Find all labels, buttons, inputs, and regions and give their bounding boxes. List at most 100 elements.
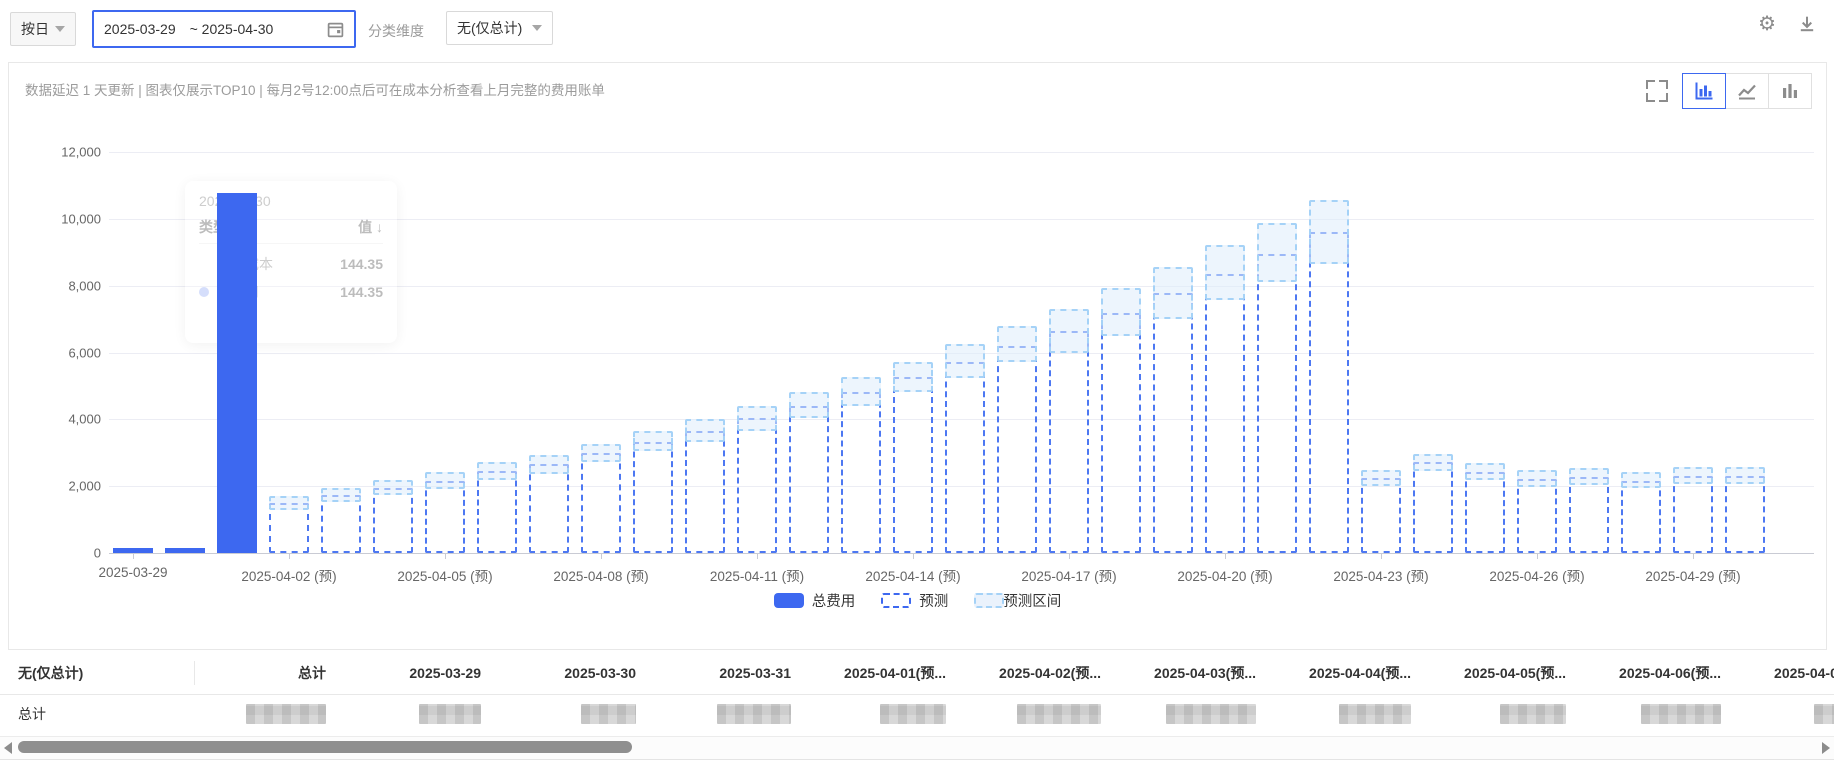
forecast-interval-band xyxy=(529,455,569,473)
forecast-bar[interactable] xyxy=(1621,481,1661,553)
forecast-bar[interactable] xyxy=(373,488,413,553)
forecast-bar[interactable] xyxy=(529,464,569,553)
forecast-bar[interactable] xyxy=(1413,462,1453,553)
forecast-interval-band xyxy=(997,326,1037,362)
x-axis-tick xyxy=(1225,553,1226,559)
chevron-down-icon xyxy=(55,26,65,32)
x-axis-tick xyxy=(757,553,758,559)
x-axis-label: 2025-04-11 (预) xyxy=(710,565,804,585)
redacted-value xyxy=(1166,704,1256,724)
legend-item[interactable]: 预测 xyxy=(881,590,948,611)
legend-item[interactable]: 总费用 xyxy=(774,590,856,611)
dimension-value: 无(仅总计) xyxy=(457,18,522,38)
forecast-bar[interactable] xyxy=(1569,477,1609,553)
sort-desc-icon: ↓ xyxy=(376,219,383,235)
forecast-bar[interactable] xyxy=(1257,254,1297,553)
forecast-bar[interactable] xyxy=(893,377,933,553)
forecast-bar[interactable] xyxy=(477,471,517,553)
x-axis-label: 2025-04-26 (预) xyxy=(1489,565,1584,585)
forecast-interval-band xyxy=(685,419,725,442)
table-cell xyxy=(350,704,505,724)
forecast-bar[interactable] xyxy=(321,495,361,553)
table-cell xyxy=(1125,704,1280,724)
forecast-bar[interactable] xyxy=(737,418,777,553)
forecast-bar[interactable] xyxy=(269,503,309,553)
dimension-dropdown[interactable]: 无(仅总计) xyxy=(446,11,553,45)
scrollbar-thumb[interactable] xyxy=(18,741,632,753)
table-header-row: 无(仅总计) 总计2025-03-292025-03-302025-03-312… xyxy=(0,652,1834,695)
y-axis-label: 12,000 xyxy=(21,145,101,160)
gridline xyxy=(109,152,1814,153)
forecast-bar[interactable] xyxy=(1517,479,1557,553)
redacted-value xyxy=(246,704,326,724)
forecast-interval-band xyxy=(425,472,465,489)
legend-swatch-dashed xyxy=(881,593,911,608)
forecast-bar[interactable] xyxy=(633,442,673,553)
table-cell xyxy=(1280,704,1435,724)
forecast-bar[interactable] xyxy=(685,431,725,553)
forecast-bar[interactable] xyxy=(1205,274,1245,553)
forecast-bar[interactable] xyxy=(1725,476,1765,553)
chart-type-grouped-bar-button[interactable] xyxy=(1682,73,1726,109)
table-cell xyxy=(815,704,970,724)
forecast-interval-band xyxy=(269,496,309,509)
forecast-bar[interactable] xyxy=(1309,232,1349,553)
table-cell xyxy=(1745,704,1834,724)
forecast-interval-band xyxy=(1569,468,1609,484)
forecast-interval-band xyxy=(581,444,621,462)
forecast-interval-band xyxy=(945,344,985,378)
x-axis-label: 2025-04-05 (预) xyxy=(397,565,492,585)
x-axis-label: 2025-04-08 (预) xyxy=(553,565,648,585)
forecast-bar[interactable] xyxy=(841,392,881,553)
y-axis-label: 4,000 xyxy=(21,412,101,427)
download-icon[interactable] xyxy=(1798,15,1816,33)
x-axis-tick xyxy=(1069,553,1070,559)
tooltip-col-value: 值 ↓ xyxy=(358,217,383,237)
actual-bar[interactable] xyxy=(165,548,205,553)
date-range-picker[interactable]: 2025-03-29 ~ 2025-04-30 xyxy=(92,10,356,48)
forecast-interval-band xyxy=(1361,470,1401,486)
x-axis-label: 2025-03-29 xyxy=(98,565,167,580)
y-axis-label: 8,000 xyxy=(21,278,101,293)
forecast-bar[interactable] xyxy=(1361,478,1401,553)
forecast-interval-band xyxy=(1153,267,1193,318)
table-column-header: 2025-04-07(预... xyxy=(1745,663,1834,683)
legend-item[interactable]: 80%预测区间 xyxy=(974,590,1061,611)
redacted-value xyxy=(419,704,481,724)
forecast-interval-band xyxy=(1049,309,1089,353)
series-dot-icon xyxy=(199,287,209,297)
redacted-value xyxy=(880,704,946,724)
forecast-interval-band xyxy=(1413,454,1453,470)
chart-panel: 数据延迟 1 天更新 | 图表仅展示TOP10 | 每月2号12:00点后可在成… xyxy=(8,62,1827,650)
forecast-bar[interactable] xyxy=(1049,331,1089,553)
scroll-right-arrow-icon[interactable] xyxy=(1822,742,1830,754)
forecast-bar[interactable] xyxy=(1153,293,1193,553)
forecast-bar[interactable] xyxy=(1101,313,1141,553)
grouped-bar-chart-icon xyxy=(1694,81,1714,101)
table-cell xyxy=(505,704,660,724)
forecast-interval-band xyxy=(1257,223,1297,282)
scroll-left-arrow-icon[interactable] xyxy=(4,742,12,754)
actual-bar[interactable] xyxy=(113,548,153,553)
forecast-bar[interactable] xyxy=(1465,472,1505,553)
y-axis-label: 10,000 xyxy=(21,212,101,227)
x-axis-label: 2025-04-20 (预) xyxy=(1177,565,1272,585)
actual-bar[interactable] xyxy=(217,193,257,553)
forecast-bar[interactable] xyxy=(581,453,621,553)
forecast-bar[interactable] xyxy=(945,362,985,553)
redacted-value xyxy=(1641,704,1721,724)
x-axis-label: 2025-04-29 (预) xyxy=(1645,565,1740,585)
x-axis-tick xyxy=(133,553,134,559)
forecast-bar[interactable] xyxy=(425,481,465,553)
table-column-header: 2025-04-02(预... xyxy=(970,663,1125,683)
row-label: 总计 xyxy=(0,704,195,724)
table-column-header: 2025-03-31 xyxy=(660,665,815,681)
forecast-bar[interactable] xyxy=(789,406,829,553)
x-axis-tick xyxy=(1693,553,1694,559)
x-axis-tick xyxy=(913,553,914,559)
redacted-value xyxy=(581,704,636,724)
forecast-bar[interactable] xyxy=(1673,476,1713,553)
forecast-bar[interactable] xyxy=(997,346,1037,553)
granularity-dropdown[interactable]: 按日 xyxy=(10,12,76,46)
gear-icon[interactable]: ⚙ xyxy=(1758,14,1776,34)
